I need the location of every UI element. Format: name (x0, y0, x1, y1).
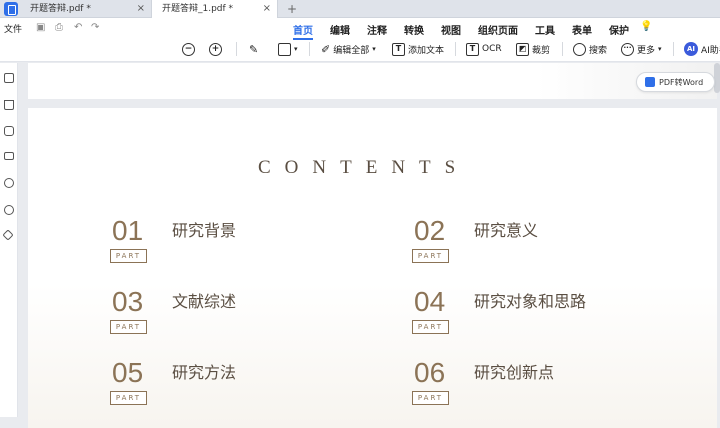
ribbon-toolbar: 文件 ▣ ⎙ ↶ ↷ 首页 编辑 注释 转换 视图 组织页面 工具 表单 保护 … (0, 18, 720, 62)
close-icon[interactable]: × (137, 0, 145, 18)
lightbulb-icon[interactable]: 💡 (640, 21, 652, 32)
add-text-label: 添加文本 (408, 45, 445, 56)
toc-label: 研究方法 (172, 363, 237, 382)
pen-icon: ✐ (321, 42, 331, 56)
zoom-in-button[interactable]: + (209, 41, 222, 57)
crop-button[interactable]: ◩ 裁剪 (516, 41, 550, 57)
toc-number: 02 (414, 215, 446, 246)
page-icon[interactable] (4, 73, 14, 83)
redo-icon[interactable]: ↷ (91, 22, 99, 33)
chevron-down-icon: ▾ (658, 45, 662, 53)
ai-assistant-button[interactable]: AI AI助手 (684, 41, 720, 57)
save-icon[interactable]: ▣ (36, 22, 45, 33)
chevron-down-icon: ▾ (294, 45, 298, 53)
print-icon[interactable]: ⎙ (55, 22, 63, 33)
close-icon[interactable]: × (263, 0, 271, 18)
zoom-out-button[interactable]: − (182, 41, 195, 57)
toc-number: 06 (414, 357, 446, 388)
left-sidebar (0, 63, 18, 417)
search-button[interactable]: 搜索 (573, 41, 607, 57)
divider (309, 42, 310, 56)
toc-number: 05 (112, 357, 144, 388)
tab-document-1[interactable]: 开题答辩.pdf * × (20, 0, 151, 18)
menu-forms[interactable]: 表单 (572, 22, 592, 40)
pdf-to-word-label: PDF转Word (659, 77, 704, 87)
main-menu: 首页 编辑 注释 转换 视图 组织页面 工具 表单 保护 (293, 22, 646, 40)
search-icon (573, 42, 586, 56)
shape-button[interactable]: ▾ (278, 41, 298, 57)
previous-page (28, 63, 717, 99)
toc-label: 文献综述 (172, 292, 237, 311)
edit-all-label: 编辑全部 (333, 45, 370, 56)
ocr-icon: T (466, 42, 479, 56)
menu-annotate[interactable]: 注释 (367, 22, 387, 40)
divider (673, 42, 674, 56)
zoom-in-icon: + (209, 42, 222, 56)
add-text-button[interactable]: T 添加文本 (392, 41, 444, 57)
ocr-button[interactable]: T OCR (466, 41, 502, 57)
ai-label: AI助手 (701, 45, 720, 56)
divider (236, 42, 237, 56)
menu-convert[interactable]: 转换 (404, 22, 424, 40)
tab-document-2[interactable]: 开题答辩_1.pdf * × (151, 0, 278, 18)
crop-label: 裁剪 (532, 45, 551, 56)
chevron-down-icon: ▾ (372, 45, 376, 53)
part-badge: PART (110, 320, 147, 334)
more-label: 更多 (637, 45, 656, 56)
text-icon: T (392, 42, 405, 56)
ai-icon: AI (684, 42, 698, 56)
rectangle-icon (278, 42, 291, 56)
toc-label: 研究意义 (474, 221, 539, 240)
edit-all-button[interactable]: ✐ 编辑全部 ▾ (321, 41, 376, 57)
menu-protect[interactable]: 保护 (609, 22, 629, 40)
pdf-to-word-button[interactable]: PDF转Word (636, 72, 715, 92)
more-button[interactable]: ··· 更多 ▾ (621, 41, 662, 57)
menu-tools[interactable]: 工具 (535, 22, 555, 40)
file-menu[interactable]: 文件 (4, 22, 22, 35)
toc-label: 研究创新点 (474, 363, 555, 382)
divider (455, 42, 456, 56)
part-badge: PART (412, 320, 449, 334)
highlight-button[interactable]: ✎ (249, 41, 258, 57)
menu-edit[interactable]: 编辑 (330, 22, 350, 40)
part-badge: PART (412, 249, 449, 263)
tab-bar: 开题答辩.pdf * × 开题答辩_1.pdf * × + (0, 0, 720, 18)
ocr-label: OCR (482, 44, 502, 54)
menu-organize-pages[interactable]: 组织页面 (478, 22, 518, 40)
comment-icon[interactable] (4, 126, 14, 136)
part-badge: PART (110, 249, 147, 263)
part-badge: PART (110, 391, 147, 405)
app-logo-icon (4, 2, 18, 16)
part-badge: PART (412, 391, 449, 405)
add-tab-button[interactable]: + (287, 0, 297, 18)
menu-home[interactable]: 首页 (293, 22, 313, 40)
toc-number: 04 (414, 286, 446, 317)
attachment-icon[interactable] (4, 178, 14, 188)
more-icon: ··· (621, 42, 634, 56)
divider (562, 42, 563, 56)
search-label: 搜索 (589, 45, 608, 56)
search-icon[interactable] (4, 205, 14, 215)
tab-label: 开题答辩_1.pdf * (162, 4, 234, 14)
toc-label: 研究背景 (172, 221, 237, 240)
menu-view[interactable]: 视图 (441, 22, 461, 40)
toc-number: 03 (112, 286, 144, 317)
tab-label: 开题答辩.pdf * (30, 4, 91, 14)
stack-icon[interactable] (2, 229, 14, 241)
toc-number: 01 (112, 215, 144, 246)
scrollbar[interactable] (714, 63, 720, 93)
highlighter-icon: ✎ (249, 42, 259, 56)
bookmark-icon[interactable] (4, 100, 14, 110)
zoom-out-icon: − (182, 42, 195, 56)
toc-label: 研究对象和思路 (474, 292, 587, 311)
layers-icon[interactable] (4, 152, 14, 160)
word-icon (645, 77, 655, 87)
crop-icon: ◩ (516, 42, 529, 56)
undo-icon[interactable]: ↶ (74, 22, 82, 33)
contents-heading: CONTENTS (258, 157, 470, 178)
